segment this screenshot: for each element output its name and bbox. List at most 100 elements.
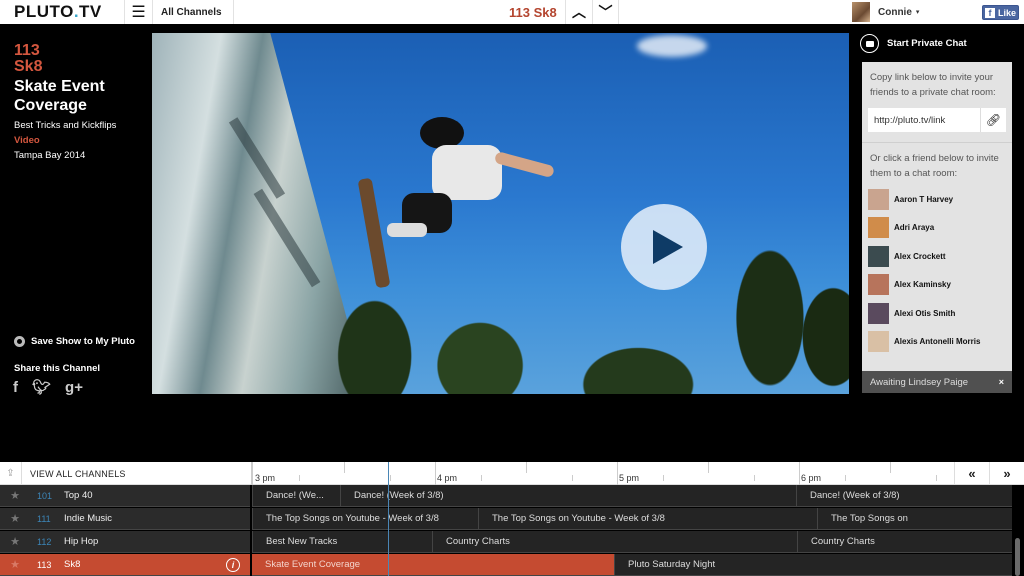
logo-text: PLUTO — [14, 2, 74, 21]
close-icon[interactable]: × — [999, 377, 1004, 387]
google-plus-icon[interactable]: g+ — [65, 379, 83, 396]
prev-channel-button[interactable]: ︿ — [565, 0, 592, 24]
program-cell[interactable]: Country Charts — [432, 531, 797, 553]
hamburger-icon: ☰ — [131, 4, 146, 21]
show-category: Video — [14, 135, 40, 146]
chevron-up-icon: ︿ — [572, 4, 586, 20]
share-icons: f 🐦︎ g+ — [13, 378, 97, 397]
play-button[interactable] — [621, 204, 707, 290]
all-channels-button[interactable]: All Channels — [153, 0, 233, 24]
program-cell[interactable]: Dance! (Week of 3/8) — [796, 485, 1012, 507]
play-icon — [653, 230, 683, 264]
time-tick — [298, 475, 300, 481]
facebook-icon: f — [985, 7, 995, 18]
program-cell[interactable]: Pluto Saturday Night — [614, 554, 1012, 576]
guide-row: ★ 101 Top 40 Dance! (We... Dance! (Week of 3… — [0, 485, 1012, 507]
awaiting-label: Awaiting Lindsey Paige — [870, 376, 969, 388]
friend-item[interactable]: Alexis Antonelli Morris — [862, 328, 1012, 357]
channel-name: Hip Hop — [64, 536, 99, 547]
channel-cell[interactable]: ★ 113 Sk8 i — [0, 554, 250, 576]
friend-instructions: Or click a friend below to invite them t… — [870, 153, 999, 179]
current-time-indicator — [388, 462, 389, 576]
program-cell[interactable]: Dance! (We... — [252, 485, 340, 507]
menu-button[interactable]: ☰ — [125, 0, 152, 24]
time-tick — [389, 475, 391, 481]
scrollbar-thumb[interactable] — [1015, 538, 1020, 576]
channel-name: Indie Music — [64, 513, 113, 524]
friend-name: Alexis Antonelli Morris — [894, 337, 981, 347]
friend-item[interactable]: Alex Kaminsky — [862, 271, 1012, 300]
copy-link-button[interactable]: 🔗︎ — [980, 108, 1006, 132]
time-tick — [753, 475, 755, 481]
show-meta: Tampa Bay 2014 — [14, 150, 86, 161]
program-cell[interactable]: Best New Tracks — [252, 531, 432, 553]
twitter-icon[interactable]: 🐦︎ — [32, 378, 51, 396]
friend-item[interactable]: Alexi Otis Smith — [862, 299, 1012, 328]
user-menu[interactable]: Connie ▾ — [852, 1, 919, 23]
chat-header-label: Start Private Chat — [887, 38, 967, 49]
info-icon[interactable]: i — [226, 557, 240, 572]
caret-down-icon: ▾ — [915, 9, 920, 16]
avatar — [852, 2, 870, 22]
chat-panel: Copy link below to invite your friends t… — [862, 62, 1012, 371]
hour-tick — [799, 462, 800, 485]
link-icon: 🔗︎ — [985, 113, 1002, 127]
video-player[interactable] — [152, 33, 849, 394]
channel-cell[interactable]: ★ 101 Top 40 — [0, 485, 250, 507]
program-cell[interactable]: The Top Songs on — [817, 508, 1012, 530]
time-label: 5 pm — [619, 473, 640, 483]
time-tick — [935, 475, 937, 481]
program-cell[interactable]: Country Charts — [797, 531, 1012, 553]
upload-icon[interactable]: ⇪ — [0, 462, 22, 485]
guide-next-button[interactable]: » — [989, 462, 1024, 485]
next-channel-button[interactable]: ﹀ — [592, 0, 619, 24]
channel-nav: ︿ ﹀ — [565, 0, 619, 24]
share-label: Share this Channel — [14, 363, 101, 374]
friend-avatar — [868, 188, 889, 210]
channel-number: 111 — [37, 513, 51, 524]
star-icon[interactable]: ★ — [0, 489, 30, 502]
friend-avatar — [868, 274, 889, 296]
awaiting-banner: Awaiting Lindsey Paige × — [862, 371, 1012, 393]
hour-tick — [435, 462, 436, 485]
logo-text-tv: TV — [79, 2, 102, 21]
user-name: Connie — [878, 6, 912, 18]
chat-link-input[interactable]: http://pluto.tv/link — [868, 115, 980, 126]
time-label: 6 pm — [801, 473, 822, 483]
guide-row: ★ 113 Sk8 i Skate Event Coverage Pluto Saturd… — [0, 554, 1012, 576]
friend-item[interactable]: Aaron T Harvey — [862, 185, 1012, 214]
time-tick — [480, 475, 482, 481]
current-channel-label: 113 Sk8 — [509, 4, 557, 20]
guide-prev-button[interactable]: « — [954, 462, 989, 485]
start-private-chat-button[interactable]: Start Private Chat — [860, 34, 967, 53]
friend-item[interactable]: Adri Araya — [862, 214, 1012, 243]
view-all-channels-button[interactable]: VIEW ALL CHANNELS — [30, 462, 126, 485]
channel-cell[interactable]: ★ 111 Indie Music — [0, 508, 250, 530]
video-frame-skater — [358, 117, 554, 288]
star-icon[interactable]: ★ — [0, 512, 30, 525]
divider — [232, 0, 234, 24]
friend-item[interactable]: Alex Crockett — [862, 242, 1012, 271]
chat-link-field: http://pluto.tv/link 🔗︎ — [868, 108, 1006, 132]
time-label: 4 pm — [437, 473, 458, 483]
star-icon[interactable]: ★ — [0, 558, 30, 571]
time-tick — [662, 475, 664, 481]
friend-name: Adri Araya — [894, 223, 935, 233]
facebook-like-button[interactable]: f Like — [982, 5, 1019, 20]
friend-avatar — [868, 331, 889, 353]
friend-name: Alex Crockett — [894, 251, 946, 261]
chevron-down-icon: ﹀ — [598, 4, 613, 20]
pluto-tv-logo[interactable]: PLUTO. TV — [0, 0, 124, 24]
copy-link-instructions: Copy link below to invite your friends t… — [870, 72, 996, 98]
channel-name: Sk8 — [14, 58, 43, 75]
save-show-button[interactable]: Save Show to My Pluto — [14, 336, 135, 347]
facebook-icon[interactable]: f — [13, 379, 18, 396]
time-tick — [571, 475, 573, 481]
channel-cell[interactable]: ★ 112 Hip Hop — [0, 531, 250, 553]
program-cell[interactable]: Skate Event Coverage — [252, 554, 614, 576]
program-cell[interactable]: Dance! (Week of 3/8) — [340, 485, 796, 507]
show-title: Skate Event Coverage — [14, 78, 105, 114]
program-cell[interactable]: The Top Songs on Youtube - Week of 3/8 — [252, 508, 478, 530]
star-icon[interactable]: ★ — [0, 535, 30, 548]
program-cell[interactable]: The Top Songs on Youtube - Week of 3/8 — [478, 508, 817, 530]
